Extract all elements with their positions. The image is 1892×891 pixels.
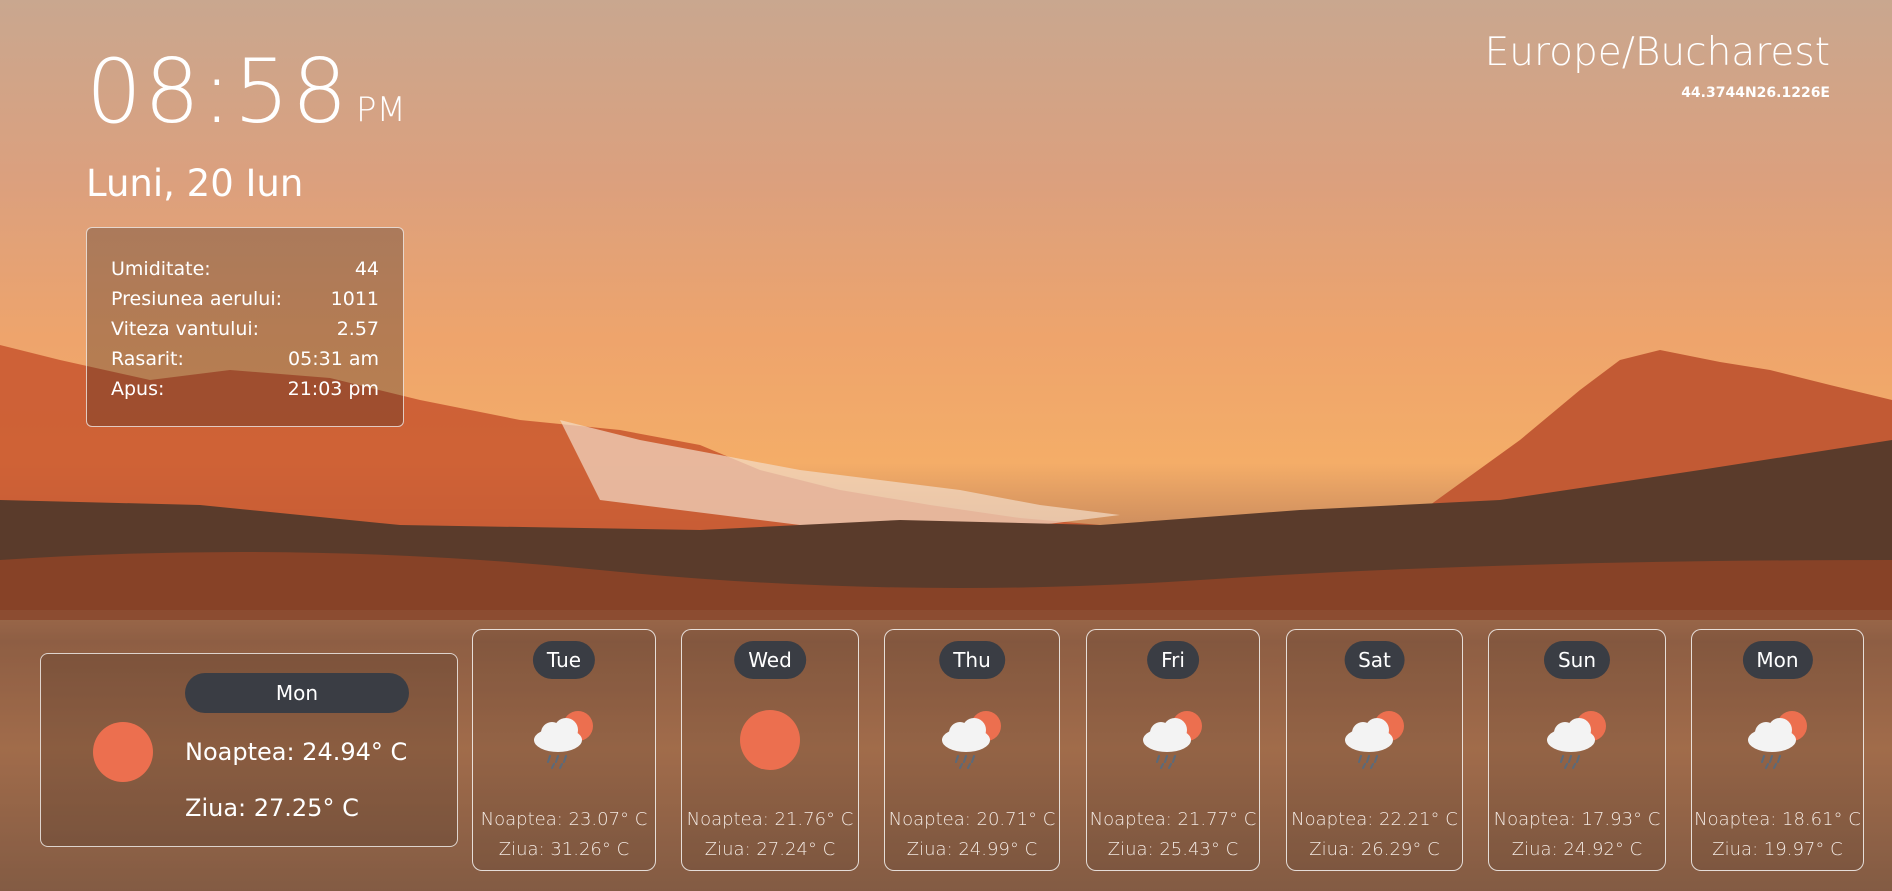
forecast-card-mon: Mon Noaptea: 18.61° C Ziua: 19.97° C [1691, 629, 1864, 871]
forecast-day-temp: Ziua: 25.43° C [1107, 839, 1239, 860]
forecast-card-sat: Sat Noaptea: 22.21° C Ziua: 26.29° C [1286, 629, 1463, 871]
forecast-temps: Noaptea: 17.93° C Ziua: 24.92° C [1489, 805, 1665, 865]
timezone-name: Europe/Bucharest [1484, 30, 1830, 75]
forecast-day-pill: Sat [1344, 641, 1405, 679]
rain-cloud-sun-icon [942, 711, 1001, 769]
forecast-night-temp: Noaptea: 17.93° C [1493, 809, 1661, 830]
forecast-temps: Noaptea: 21.77° C Ziua: 25.43° C [1087, 805, 1259, 865]
forecast-day-temp: Ziua: 31.26° C [498, 839, 630, 860]
forecast-night-temp: Noaptea: 21.77° C [1089, 809, 1257, 830]
detail-value: 44 [354, 258, 379, 280]
sun-icon [740, 710, 800, 770]
forecast-night-temp: Noaptea: 18.61° C [1694, 809, 1861, 830]
forecast-card-fri: Fri Noaptea: 21.77° C Ziua: 25.43° C [1086, 629, 1260, 871]
forecast-card-sun: Sun Noaptea: 17.93° C Ziua: 24.92° C [1488, 629, 1666, 871]
sun-icon [93, 722, 153, 782]
forecast-day-pill: Wed [734, 641, 806, 679]
rain-cloud-sun-icon [1747, 711, 1807, 769]
today-night-temp: Noaptea: 24.94° C [185, 738, 408, 766]
rain-cloud-sun-icon [534, 711, 593, 769]
rain-cloud-sun-icon [1344, 711, 1404, 769]
detail-row-wind-speed: Viteza vantului: 2.57 [111, 316, 379, 346]
detail-row-pressure: Presiunea aerului: 1011 [111, 286, 379, 316]
forecast-night-temp: Noaptea: 23.07° C [480, 809, 648, 830]
forecast-temps: Noaptea: 20.71° C Ziua: 24.99° C [885, 805, 1059, 865]
detail-label: Umiditate: [111, 258, 211, 280]
forecast-day-pill: Mon [1742, 641, 1813, 679]
location-block: Europe/Bucharest 44.3744N26.1226E [1485, 30, 1830, 101]
forecast-day-pill: Sun [1543, 641, 1611, 679]
detail-label: Rasarit: [111, 348, 184, 370]
forecast-day-temp: Ziua: 24.92° C [1511, 839, 1643, 860]
forecast-card-wed: Wed Noaptea: 21.76° C Ziua: 27.24° C [681, 629, 859, 871]
forecast-day-pill: Thu [939, 641, 1005, 679]
forecast-night-temp: Noaptea: 21.76° C [686, 809, 854, 830]
rain-cloud-sun-icon [1143, 711, 1202, 769]
forecast-night-temp: Noaptea: 22.21° C [1291, 809, 1458, 830]
forecast-night-temp: Noaptea: 20.71° C [888, 809, 1056, 830]
clock-ampm: PM [356, 90, 406, 130]
forecast-day-pill: Tue [532, 641, 596, 679]
forecast-day-pill: Fri [1147, 641, 1199, 679]
forecast-temps: Noaptea: 18.61° C Ziua: 19.97° C [1692, 805, 1863, 865]
detail-value: 1011 [330, 288, 379, 310]
forecast-day-temp: Ziua: 19.97° C [1712, 839, 1843, 860]
detail-label: Viteza vantului: [111, 318, 260, 340]
today-forecast-card: Mon Noaptea: 24.94° C Ziua: 27.25° C [40, 653, 458, 847]
detail-value: 2.57 [336, 318, 379, 340]
forecast-day-temp: Ziua: 26.29° C [1309, 839, 1440, 860]
forecast-day-temp: Ziua: 24.99° C [906, 839, 1038, 860]
detail-row-sunset: Apus: 21:03 pm [111, 376, 379, 406]
detail-value: 21:03 pm [287, 378, 379, 400]
detail-label: Apus: [111, 378, 165, 400]
current-date: Luni, 20 Iun [86, 162, 304, 205]
forecast-temps: Noaptea: 22.21° C Ziua: 26.29° C [1287, 805, 1462, 865]
detail-row-sunrise: Rasarit: 05:31 am [111, 346, 379, 376]
clock-time: 08:58 [86, 40, 350, 143]
forecast-card-tue: Tue Noaptea: 23.07° C Ziua: 31.26° C [472, 629, 656, 871]
weather-details-panel: Umiditate: 44 Presiunea aerului: 1011 Vi… [86, 227, 404, 427]
coordinates: 44.3744N26.1226E [1681, 85, 1830, 101]
clock: 08:58 PM [86, 40, 406, 143]
forecast-day-temp: Ziua: 27.24° C [704, 839, 836, 860]
rain-cloud-sun-icon [1547, 711, 1606, 769]
detail-value: 05:31 am [288, 348, 379, 370]
detail-row-humidity: Umiditate: 44 [111, 256, 379, 286]
forecast-temps: Noaptea: 23.07° C Ziua: 31.26° C [473, 805, 655, 865]
forecast-temps: Noaptea: 21.76° C Ziua: 27.24° C [682, 805, 858, 865]
forecast-card-thu: Thu Noaptea: 20.71° C Ziua: 24.99° C [884, 629, 1060, 871]
today-day-temp: Ziua: 27.25° C [185, 794, 359, 822]
detail-label: Presiunea aerului: [111, 288, 283, 310]
today-day-pill: Mon [185, 673, 409, 713]
